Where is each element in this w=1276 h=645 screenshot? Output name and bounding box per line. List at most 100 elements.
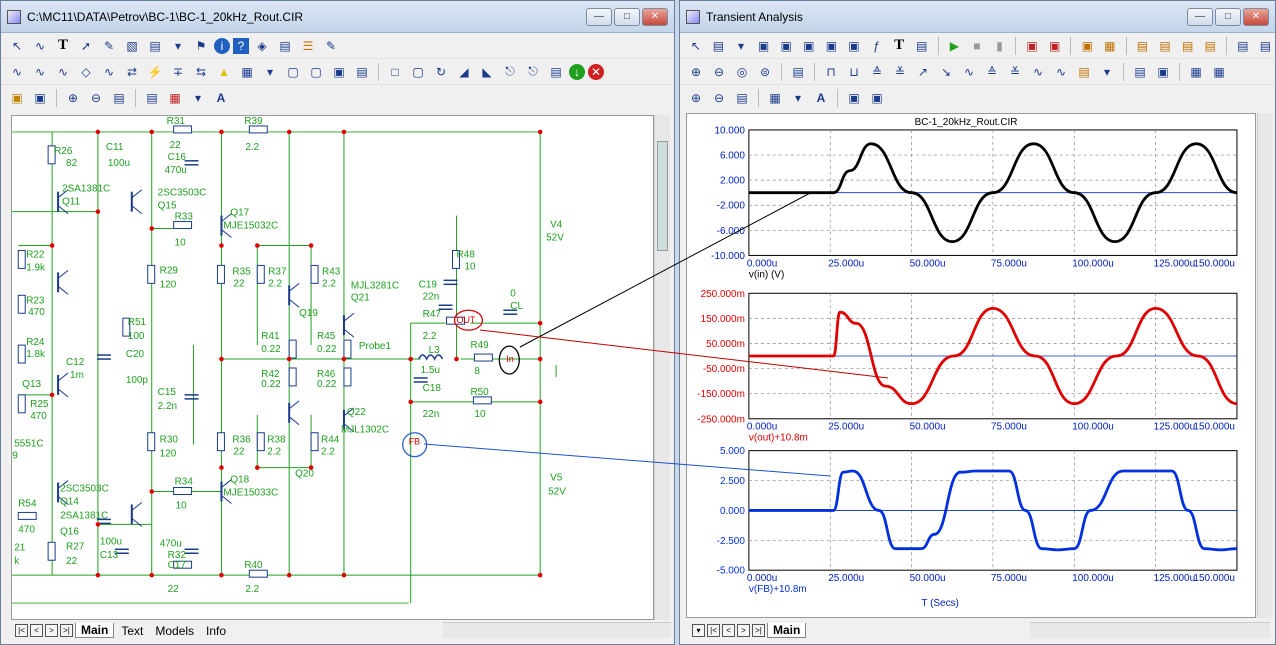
help-icon[interactable]: ? bbox=[233, 37, 249, 54]
stop-icon[interactable]: ■ bbox=[967, 36, 987, 56]
analysis-close-button[interactable]: ✕ bbox=[1243, 7, 1269, 26]
border-icon[interactable]: ▣ bbox=[329, 62, 349, 82]
flip-icon[interactable]: ◣ bbox=[477, 62, 497, 82]
mirror-icon[interactable]: ◢ bbox=[454, 62, 474, 82]
copy-icon[interactable]: ▣ bbox=[844, 88, 864, 108]
schematic-titlebar[interactable]: C:\MC11\DATA\Petrov\BC-1\BC-1_20kHz_Rout… bbox=[1, 1, 674, 33]
formula-icon[interactable]: ƒ bbox=[867, 36, 887, 56]
edit-icon[interactable]: ✎ bbox=[321, 36, 341, 56]
zoom-fit-icon[interactable]: ▤ bbox=[732, 88, 752, 108]
low-icon[interactable]: ≚ bbox=[890, 62, 910, 82]
prev-tab-button[interactable]: < bbox=[30, 624, 43, 637]
align-icon[interactable]: ∿ bbox=[1051, 62, 1071, 82]
inflect-icon[interactable]: ∿ bbox=[959, 62, 979, 82]
tile-icon[interactable]: ▦ bbox=[1186, 62, 1206, 82]
high-icon[interactable]: ≙ bbox=[867, 62, 887, 82]
point-tag-icon[interactable]: ▣ bbox=[844, 36, 864, 56]
waveform2-icon[interactable]: ▣ bbox=[1045, 36, 1065, 56]
go-icon[interactable]: ↓ bbox=[569, 63, 585, 80]
tab-text[interactable]: Text bbox=[116, 624, 148, 638]
zoom-fit-icon[interactable]: ⊜ bbox=[755, 62, 775, 82]
node-names-icon[interactable]: ∿ bbox=[53, 62, 73, 82]
arrows-icon[interactable]: ⇆ bbox=[191, 62, 211, 82]
current-icon[interactable]: ⇄ bbox=[122, 62, 142, 82]
warning-icon[interactable]: ▲ bbox=[214, 62, 234, 82]
first-tab-button[interactable]: ▾ bbox=[692, 624, 705, 637]
diagonal-wire-icon[interactable]: ➚ bbox=[76, 36, 96, 56]
node-voltages-icon[interactable]: ∿ bbox=[30, 62, 50, 82]
tag-icon[interactable]: ▣ bbox=[799, 36, 819, 56]
prev-first-button[interactable]: |< bbox=[707, 624, 720, 637]
select-mode-icon[interactable]: ↖ bbox=[686, 36, 706, 56]
point-icon[interactable]: ◈ bbox=[252, 36, 272, 56]
slope-icon[interactable]: ▣ bbox=[822, 36, 842, 56]
dropdown-icon[interactable]: ▾ bbox=[731, 36, 751, 56]
paste-icon[interactable]: ▤ bbox=[1074, 62, 1094, 82]
component-icon[interactable]: ▤ bbox=[709, 36, 729, 56]
split-h-icon[interactable]: ▤ bbox=[1233, 36, 1253, 56]
transient-plot-canvas[interactable]: BC-1_20kHz_Rout.CIR 10.000 6.000 2.000 -2.0… bbox=[686, 113, 1256, 618]
power-icon[interactable]: ⚡ bbox=[145, 62, 165, 82]
waveform-icon[interactable]: ▣ bbox=[1022, 36, 1042, 56]
layout2-icon[interactable]: ▦ bbox=[1100, 36, 1120, 56]
font-icon[interactable]: A bbox=[811, 88, 831, 108]
grid-dropdown-icon[interactable]: ▾ bbox=[788, 88, 808, 108]
schematic-vertical-scrollbar[interactable] bbox=[654, 115, 670, 620]
grid-text-icon[interactable]: ∿ bbox=[99, 62, 119, 82]
zoom-out-icon[interactable]: ⊖ bbox=[709, 88, 729, 108]
properties-icon[interactable]: ▤ bbox=[275, 36, 295, 56]
component-icon[interactable]: ▤ bbox=[145, 36, 165, 56]
region-icon[interactable]: ▢ bbox=[408, 62, 428, 82]
select-box-icon[interactable]: □ bbox=[385, 62, 405, 82]
table-icon[interactable]: ☰ bbox=[298, 36, 318, 56]
cascade-icon[interactable]: ▦ bbox=[1209, 62, 1229, 82]
animate-icon[interactable]: ▣ bbox=[1153, 62, 1173, 82]
color-dropdown-icon[interactable]: ▾ bbox=[188, 88, 208, 108]
flag-icon[interactable]: ⚑ bbox=[191, 36, 211, 56]
close-button[interactable]: ✕ bbox=[642, 7, 668, 26]
pin-connections-icon[interactable]: ◇ bbox=[76, 62, 96, 82]
run-icon[interactable]: ▶ bbox=[945, 36, 965, 56]
scale-icon[interactable]: ▣ bbox=[754, 36, 774, 56]
pen-icon[interactable]: ✎ bbox=[99, 36, 119, 56]
text-mode-icon[interactable]: T bbox=[53, 36, 73, 56]
clipboard-icon[interactable]: ▤ bbox=[546, 62, 566, 82]
grid-icon[interactable]: ▦ bbox=[237, 62, 257, 82]
zoom-in-icon[interactable]: ⊕ bbox=[686, 62, 706, 82]
wire-mode-icon[interactable]: ∿ bbox=[30, 36, 50, 56]
zoom-in-icon[interactable]: ⊕ bbox=[686, 88, 706, 108]
layout1-icon[interactable]: ▣ bbox=[1077, 36, 1097, 56]
analysis-vertical-scrollbar[interactable] bbox=[1257, 113, 1273, 618]
analysis-minimize-button[interactable]: — bbox=[1187, 7, 1213, 26]
graph-icon[interactable]: ▣ bbox=[776, 36, 796, 56]
paste-layer-icon[interactable]: ▣ bbox=[30, 88, 50, 108]
bus-icon[interactable]: ▧ bbox=[122, 36, 142, 56]
valley-icon[interactable]: ⊔ bbox=[844, 62, 864, 82]
node-numbers-icon[interactable]: ∿ bbox=[7, 62, 27, 82]
settings-icon[interactable]: ▤ bbox=[352, 62, 372, 82]
title-block-icon[interactable]: ▢ bbox=[306, 62, 326, 82]
grid-icon[interactable]: ▦ bbox=[765, 88, 785, 108]
slope-up-icon[interactable]: ↗ bbox=[913, 62, 933, 82]
tab-main[interactable]: Main bbox=[75, 623, 115, 638]
analysis-tab-main[interactable]: Main bbox=[767, 623, 807, 638]
first-tab-button[interactable]: |< bbox=[15, 624, 28, 637]
tab-models[interactable]: Models bbox=[150, 624, 199, 638]
properties-icon[interactable]: ▤ bbox=[912, 36, 932, 56]
zoom-area-icon[interactable]: ◎ bbox=[732, 62, 752, 82]
minimize-button[interactable]: — bbox=[586, 7, 612, 26]
stop-icon[interactable]: ✕ bbox=[588, 63, 604, 80]
split-v-icon[interactable]: ▤ bbox=[1256, 36, 1276, 56]
dropdown-icon[interactable]: ▾ bbox=[168, 36, 188, 56]
next-tab-button[interactable]: > bbox=[45, 624, 58, 637]
binoculars-icon[interactable]: ⎋ bbox=[523, 62, 543, 82]
paste-dropdown-icon[interactable]: ▾ bbox=[1097, 62, 1117, 82]
zoom-out-icon[interactable]: ⊖ bbox=[709, 62, 729, 82]
view4-icon[interactable]: ▤ bbox=[1200, 36, 1220, 56]
page-icon[interactable]: ▢ bbox=[283, 62, 303, 82]
info-icon[interactable]: i bbox=[214, 37, 230, 54]
scroll-thumb[interactable] bbox=[657, 141, 668, 251]
pause-icon[interactable]: ▮ bbox=[990, 36, 1010, 56]
view1-icon[interactable]: ▤ bbox=[1133, 36, 1153, 56]
select-mode-icon[interactable]: ↖ bbox=[7, 36, 27, 56]
